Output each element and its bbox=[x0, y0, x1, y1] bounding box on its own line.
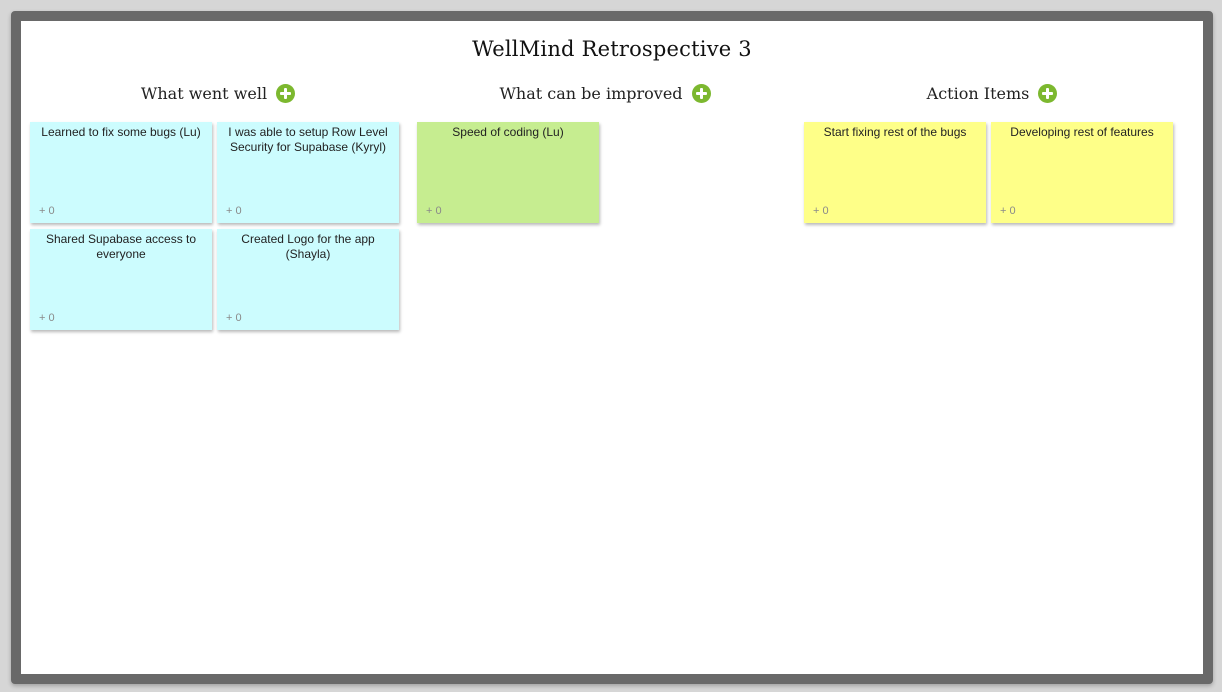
sticky-note[interactable]: Created Logo for the app (Shayla) + 0 bbox=[217, 229, 399, 330]
column-title: What went well bbox=[140, 83, 268, 103]
sticky-note[interactable]: Speed of coding (Lu) + 0 bbox=[417, 122, 599, 223]
vote-button[interactable]: + 0 bbox=[1000, 205, 1016, 217]
note-text: Learned to fix some bugs (Lu) bbox=[41, 125, 201, 139]
sticky-note[interactable]: Start fixing rest of the bugs + 0 bbox=[804, 122, 986, 223]
sticky-note[interactable]: Shared Supabase access to everyone + 0 bbox=[30, 229, 212, 330]
note-text: Developing rest of features bbox=[1010, 125, 1154, 139]
column-what-went-well: What went well Learned to fix some bugs … bbox=[30, 21, 406, 674]
vote-button[interactable]: + 0 bbox=[813, 205, 829, 217]
note-text: Speed of coding (Lu) bbox=[452, 125, 564, 139]
add-note-button[interactable] bbox=[276, 83, 296, 103]
vote-button[interactable]: + 0 bbox=[39, 205, 55, 217]
column-header: Action Items bbox=[804, 81, 1180, 105]
vote-button[interactable]: + 0 bbox=[39, 312, 55, 324]
vote-button[interactable]: + 0 bbox=[226, 205, 242, 217]
retro-board: WellMind Retrospective 3 What went well … bbox=[11, 11, 1213, 684]
vote-button[interactable]: + 0 bbox=[426, 205, 442, 217]
column-what-can-be-improved: What can be improved Speed of coding (Lu… bbox=[417, 21, 793, 674]
add-note-button[interactable] bbox=[1038, 83, 1058, 103]
column-title: Action Items bbox=[926, 83, 1030, 103]
sticky-note[interactable]: I was able to setup Row Level Security f… bbox=[217, 122, 399, 223]
column-action-items: Action Items Start fixing rest of the bu… bbox=[804, 21, 1180, 674]
note-text: Created Logo for the app (Shayla) bbox=[241, 232, 375, 261]
add-note-button[interactable] bbox=[691, 83, 711, 103]
column-title: What can be improved bbox=[499, 83, 683, 103]
note-text: Shared Supabase access to everyone bbox=[45, 232, 197, 261]
column-header: What can be improved bbox=[417, 81, 793, 105]
sticky-note[interactable]: Developing rest of features + 0 bbox=[991, 122, 1173, 223]
vote-button[interactable]: + 0 bbox=[226, 312, 242, 324]
note-text: I was able to setup Row Level Security f… bbox=[228, 125, 388, 154]
column-header: What went well bbox=[30, 81, 406, 105]
note-text: Start fixing rest of the bugs bbox=[823, 125, 967, 139]
sticky-note[interactable]: Learned to fix some bugs (Lu) + 0 bbox=[30, 122, 212, 223]
